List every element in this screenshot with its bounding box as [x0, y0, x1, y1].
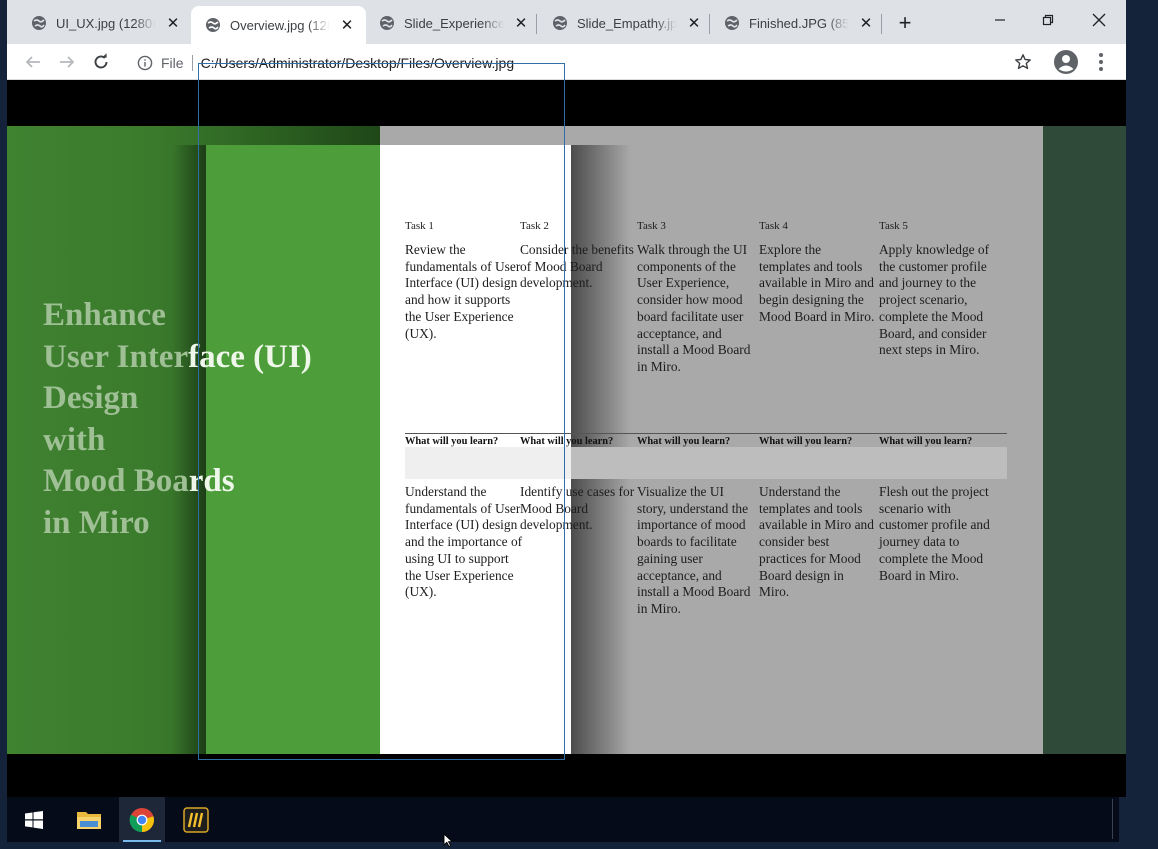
chrome-icon [129, 807, 154, 832]
grid-divider [405, 433, 1007, 434]
title-line: in Miro [43, 504, 150, 541]
task-label: Task 1 [405, 220, 434, 232]
tab-overview[interactable]: Overview.jpg (128 ✕ [191, 6, 366, 44]
globe-icon [206, 18, 220, 32]
tab-title: Slide_Experience [404, 15, 504, 31]
miro-icon [183, 806, 209, 833]
title-line: with [43, 421, 106, 458]
close-tab-icon[interactable]: ✕ [338, 16, 356, 34]
windows-start-icon [25, 810, 43, 829]
start-button[interactable] [11, 797, 57, 842]
mouse-cursor-icon [443, 833, 453, 847]
close-tab-icon[interactable]: ✕ [685, 14, 703, 32]
address-url: C:/Users/Administrator/Desktop/Files/Ove… [200, 54, 515, 71]
tab-separator [881, 14, 882, 34]
image-viewport: Enhance User Interface (UI) Design with … [7, 81, 1126, 797]
learn-description: Flesh out the project scenario with cust… [879, 484, 990, 583]
task-label: Task 4 [759, 220, 788, 232]
close-tab-icon[interactable]: ✕ [164, 14, 182, 32]
address-divider [191, 54, 193, 71]
title-line-highlight: face (UI) [188, 338, 312, 375]
task-description: Explore the templates and tools availabl… [759, 242, 875, 324]
task-description: Apply knowledge of the customer profile … [879, 242, 990, 358]
globe-icon [32, 16, 46, 30]
learn-label: What will you learn? [759, 436, 853, 447]
tab-finished[interactable]: Finished.JPG (853 ✕ [710, 8, 885, 38]
forward-button[interactable] [55, 50, 79, 74]
task-description: Review the fundamentals of User Interfac… [405, 242, 521, 341]
title-line: Mood Boa [43, 463, 189, 500]
learn-label: What will you learn? [520, 436, 614, 447]
tab-strip: UI_UX.jpg (1280× ✕ Overview.jpg (128 ✕ S… [7, 0, 1126, 44]
taskbar [7, 797, 1119, 842]
minimize-icon [995, 19, 1005, 21]
taskbar-chrome[interactable] [119, 797, 165, 842]
slide-right-edge [1043, 126, 1126, 754]
address-scheme: File [161, 54, 184, 71]
learn-label: What will you learn? [637, 436, 731, 447]
learn-label: What will you learn? [405, 436, 499, 447]
tab-slide-empathy[interactable]: Slide_Empathy.jp ✕ [538, 8, 713, 38]
star-icon [1015, 54, 1031, 70]
restore-button[interactable] [1033, 8, 1063, 32]
profile-avatar-icon[interactable] [1053, 49, 1079, 75]
forward-arrow-icon [60, 56, 75, 68]
task-label: Task 5 [879, 220, 908, 232]
tab-ui-ux[interactable]: UI_UX.jpg (1280× ✕ [17, 8, 192, 38]
close-icon [1092, 13, 1106, 27]
tab-slide-experience[interactable]: Slide_Experience ✕ [365, 8, 540, 38]
task-description: Consider the benefits of Mood Board deve… [520, 242, 634, 291]
close-tab-icon[interactable]: ✕ [857, 14, 875, 32]
menu-dot-icon [1099, 67, 1103, 71]
learn-description: Understand the templates and tools avail… [759, 484, 874, 600]
close-tab-icon[interactable]: ✕ [512, 14, 530, 32]
browser-toolbar: File C:/Users/Administrator/Desktop/File… [7, 44, 1126, 80]
title-line: User Inter [43, 338, 189, 375]
learn-description: Visualize the UI story, understand the i… [637, 484, 751, 616]
close-window-button[interactable] [1084, 8, 1114, 32]
menu-dot-icon [1099, 53, 1103, 57]
globe-icon [380, 16, 394, 30]
globe-icon [553, 16, 567, 30]
task-label: Task 3 [637, 220, 666, 232]
learn-description: Understand the fundamentals of User Inte… [405, 484, 523, 600]
title-line-highlight: rds [188, 463, 235, 500]
task-description: Walk through the UI components of the Us… [637, 242, 751, 374]
file-explorer-icon [77, 811, 101, 829]
title-line: Design [43, 380, 139, 417]
tab-title: Slide_Empathy.jp [577, 15, 677, 31]
info-icon [137, 55, 153, 70]
back-arrow-icon [25, 56, 40, 68]
restore-icon [1042, 14, 1054, 26]
tab-title: Finished.JPG (853 [749, 15, 849, 31]
minimize-button[interactable] [985, 8, 1015, 32]
reload-button[interactable] [89, 50, 113, 74]
bookmark-button[interactable] [1012, 50, 1034, 74]
tab-separator [536, 14, 537, 34]
title-line: Enhance [43, 297, 166, 333]
show-desktop-divider[interactable] [1112, 799, 1113, 839]
learn-description: Identify use cases for Mood Board develo… [520, 484, 635, 533]
tab-title: UI_UX.jpg (1280× [56, 15, 156, 31]
browser-window: UI_UX.jpg (1280× ✕ Overview.jpg (128 ✕ S… [7, 0, 1126, 797]
globe-icon [725, 16, 739, 30]
back-button[interactable] [21, 50, 45, 74]
slide-title: Enhance User Interface (UI) Design with … [43, 295, 383, 545]
browser-menu-button[interactable] [1091, 50, 1111, 74]
taskbar-file-explorer[interactable] [66, 797, 112, 842]
task-label: Task 2 [520, 220, 549, 232]
taskbar-miro[interactable] [173, 797, 219, 842]
learn-label: What will you learn? [879, 436, 973, 447]
menu-dot-icon [1099, 60, 1103, 64]
reload-icon [94, 53, 108, 69]
address-bar[interactable]: File C:/Users/Administrator/Desktop/File… [129, 48, 1037, 77]
new-tab-button[interactable]: + [892, 10, 918, 36]
grid-band-highlight [405, 447, 571, 479]
tab-title: Overview.jpg (128 [230, 17, 330, 33]
